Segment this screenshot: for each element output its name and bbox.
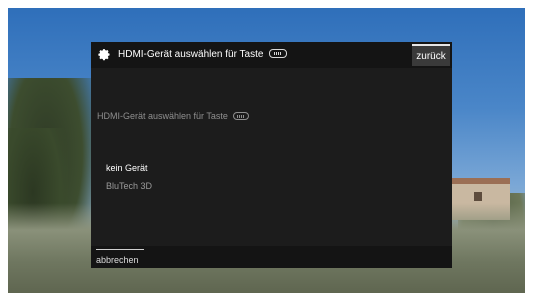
back-button[interactable]: zurück [412, 44, 450, 66]
dialog-subtitle: HDMI-Gerät auswählen für Taste [97, 111, 250, 121]
dialog-title: HDMI-Gerät auswählen für Taste [118, 48, 288, 60]
cancel-button[interactable]: abbrechen [96, 249, 144, 266]
dialog-title-text: HDMI-Gerät auswählen für Taste [118, 49, 264, 60]
dialog-header: HDMI-Gerät auswählen für Taste zurück [91, 42, 452, 68]
option-blutech-3d[interactable]: BluTech 3D [106, 181, 152, 191]
remote-button-icon [233, 111, 250, 120]
hdmi-device-dialog: HDMI-Gerät auswählen für Taste zurück HD… [91, 42, 452, 268]
gear-icon [98, 49, 110, 61]
background-house-window [474, 192, 482, 201]
remote-button-icon [269, 48, 288, 58]
dialog-subtitle-text: HDMI-Gerät auswählen für Taste [97, 111, 228, 121]
option-no-device[interactable]: kein Gerät [106, 163, 148, 173]
dialog-footer: abbrechen [91, 246, 452, 268]
